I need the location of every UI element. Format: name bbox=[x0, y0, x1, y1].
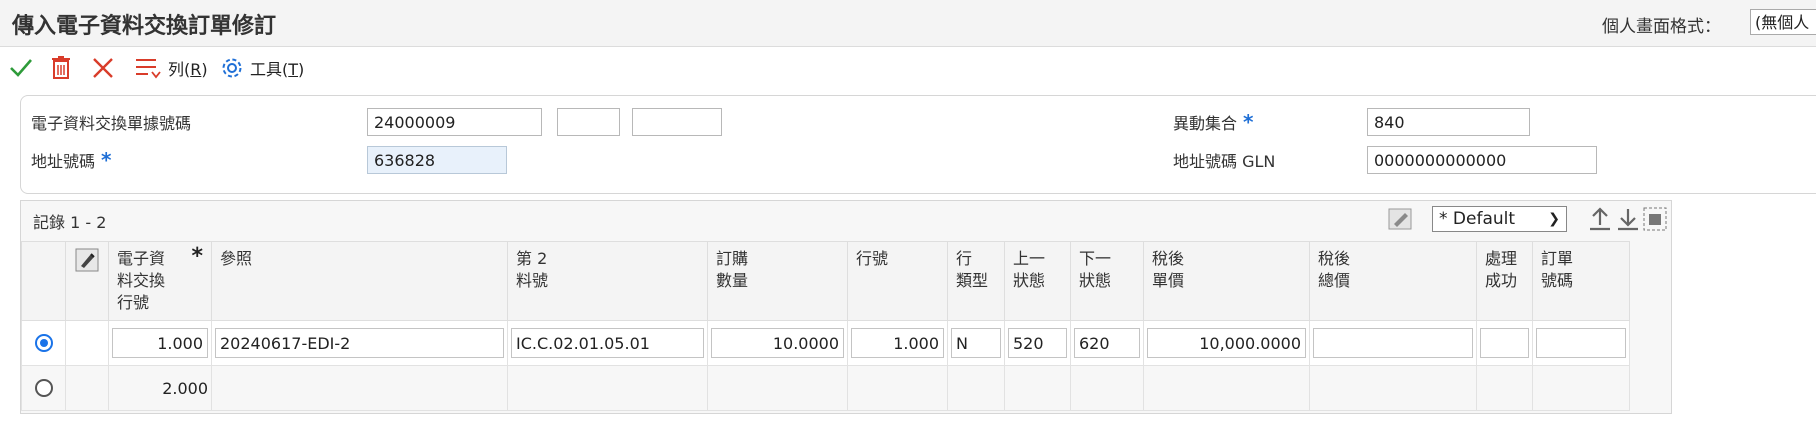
gear-icon bbox=[222, 58, 242, 78]
grid-view-select[interactable]: * Default ❯ bbox=[1432, 206, 1567, 232]
edi-doc-company-input[interactable] bbox=[632, 108, 722, 136]
upload-icon bbox=[1590, 207, 1610, 231]
export-button[interactable] bbox=[1587, 205, 1613, 237]
personal-view-label: 個人畫面格式： bbox=[1602, 17, 1721, 37]
rows-menu[interactable]: 列(R) bbox=[134, 52, 208, 84]
edit-grid-icon bbox=[1388, 208, 1412, 230]
quantity-input[interactable] bbox=[711, 328, 844, 358]
col-total-price[interactable]: 稅後 總價 bbox=[1309, 241, 1477, 321]
unit-price-input[interactable] bbox=[1147, 328, 1306, 358]
grid-format-button[interactable] bbox=[1641, 205, 1669, 237]
address-number-input[interactable] bbox=[367, 146, 507, 174]
grid-panel: 記錄 1 - 2 * Default ❯ * 電子資 料交換 行號 參照 第 2 料號 訂… bbox=[20, 200, 1672, 414]
chevron-down-icon: ❯ bbox=[1548, 211, 1560, 227]
title-bar: 傳入電子資料交換訂單修訂 個人畫面格式： (無個人 bbox=[0, 0, 1816, 47]
gln-input[interactable] bbox=[1367, 146, 1597, 174]
page-title: 傳入電子資料交換訂單修訂 bbox=[12, 14, 277, 39]
edi-doc-number-input[interactable] bbox=[367, 108, 542, 136]
select-column-header bbox=[21, 241, 66, 321]
edi-doc-type-input[interactable] bbox=[557, 108, 620, 136]
table-row[interactable] bbox=[21, 320, 1630, 366]
grid-edit-header[interactable] bbox=[65, 241, 109, 321]
delete-button[interactable] bbox=[50, 52, 72, 84]
ok-button[interactable] bbox=[8, 52, 34, 84]
checkmark-icon bbox=[10, 59, 32, 77]
line-type-input[interactable] bbox=[951, 328, 1001, 358]
col-next-status[interactable]: 下一 狀態 bbox=[1070, 241, 1144, 321]
cancel-button[interactable] bbox=[90, 52, 116, 84]
col-processed[interactable]: 處理 成功 bbox=[1476, 241, 1533, 321]
col-last-status[interactable]: 上一 狀態 bbox=[1004, 241, 1071, 321]
table-row[interactable]: 2.000 bbox=[21, 365, 1630, 411]
download-icon bbox=[1618, 209, 1638, 231]
processed-input[interactable] bbox=[1480, 328, 1529, 358]
tools-menu[interactable]: 工具(T) bbox=[220, 52, 304, 84]
col-line-type[interactable]: 行類型 bbox=[947, 241, 1005, 321]
row-radio-selected[interactable] bbox=[34, 334, 53, 352]
required-indicator: * bbox=[1243, 110, 1254, 134]
col-line-number[interactable]: 行號 bbox=[847, 241, 948, 321]
col-order-number[interactable]: 訂單 號碼 bbox=[1532, 241, 1630, 321]
edit-column-icon bbox=[75, 248, 99, 272]
next-status-input[interactable] bbox=[1074, 328, 1140, 358]
toolbar: 列(R) 工具(T) bbox=[0, 50, 1816, 86]
address-number-label: 地址號碼 * bbox=[31, 148, 112, 172]
batch-input[interactable] bbox=[1367, 108, 1530, 136]
total-price-input[interactable] bbox=[1313, 328, 1473, 358]
import-button[interactable] bbox=[1615, 205, 1641, 237]
row-radio[interactable] bbox=[34, 379, 53, 397]
header-panel: 電子資料交換單據號碼 地址號碼* 異動集合* 地址號碼 GLN bbox=[20, 95, 1816, 194]
col-unit-price[interactable]: 稅後 單價 bbox=[1143, 241, 1310, 321]
close-icon bbox=[93, 58, 113, 78]
rows-menu-icon bbox=[136, 59, 161, 79]
reference-input[interactable] bbox=[215, 328, 504, 358]
second-item-input[interactable] bbox=[511, 328, 704, 358]
row-select-cell[interactable] bbox=[21, 365, 66, 411]
line-number-input[interactable] bbox=[851, 328, 944, 358]
records-count: 記錄 1 - 2 bbox=[33, 213, 107, 232]
required-indicator: * bbox=[101, 148, 112, 172]
last-status-input[interactable] bbox=[1008, 328, 1067, 358]
row-select-cell[interactable] bbox=[21, 320, 66, 366]
col-second-item[interactable]: 第 2 料號 bbox=[507, 241, 708, 321]
col-edi-line[interactable]: * 電子資 料交換 行號 bbox=[108, 241, 212, 321]
tools-menu-label: 工具(T) bbox=[250, 60, 305, 79]
order-number-input[interactable] bbox=[1536, 328, 1626, 358]
detail-grid: * 電子資 料交換 行號 參照 第 2 料號 訂購 數量 行號 行類型 上一 狀態 下一 狀態… bbox=[21, 241, 1630, 411]
trash-icon bbox=[52, 56, 70, 79]
col-quantity[interactable]: 訂購 數量 bbox=[707, 241, 848, 321]
rows-menu-label: 列(R) bbox=[168, 60, 208, 79]
edi-line-cell: 2.000 bbox=[108, 365, 212, 411]
grid-format-icon bbox=[1643, 207, 1667, 231]
personal-view-select[interactable]: (無個人 bbox=[1750, 9, 1816, 35]
edi-doc-label: 電子資料交換單據號碼 bbox=[31, 114, 192, 133]
row-edit-cell bbox=[65, 320, 109, 366]
edi-line-input[interactable] bbox=[112, 328, 208, 358]
col-reference[interactable]: 參照 bbox=[211, 241, 508, 321]
batch-label: 異動集合 * bbox=[1173, 110, 1254, 134]
gln-label: 地址號碼 GLN bbox=[1173, 152, 1276, 171]
edit-view-button[interactable] bbox=[1386, 206, 1414, 236]
